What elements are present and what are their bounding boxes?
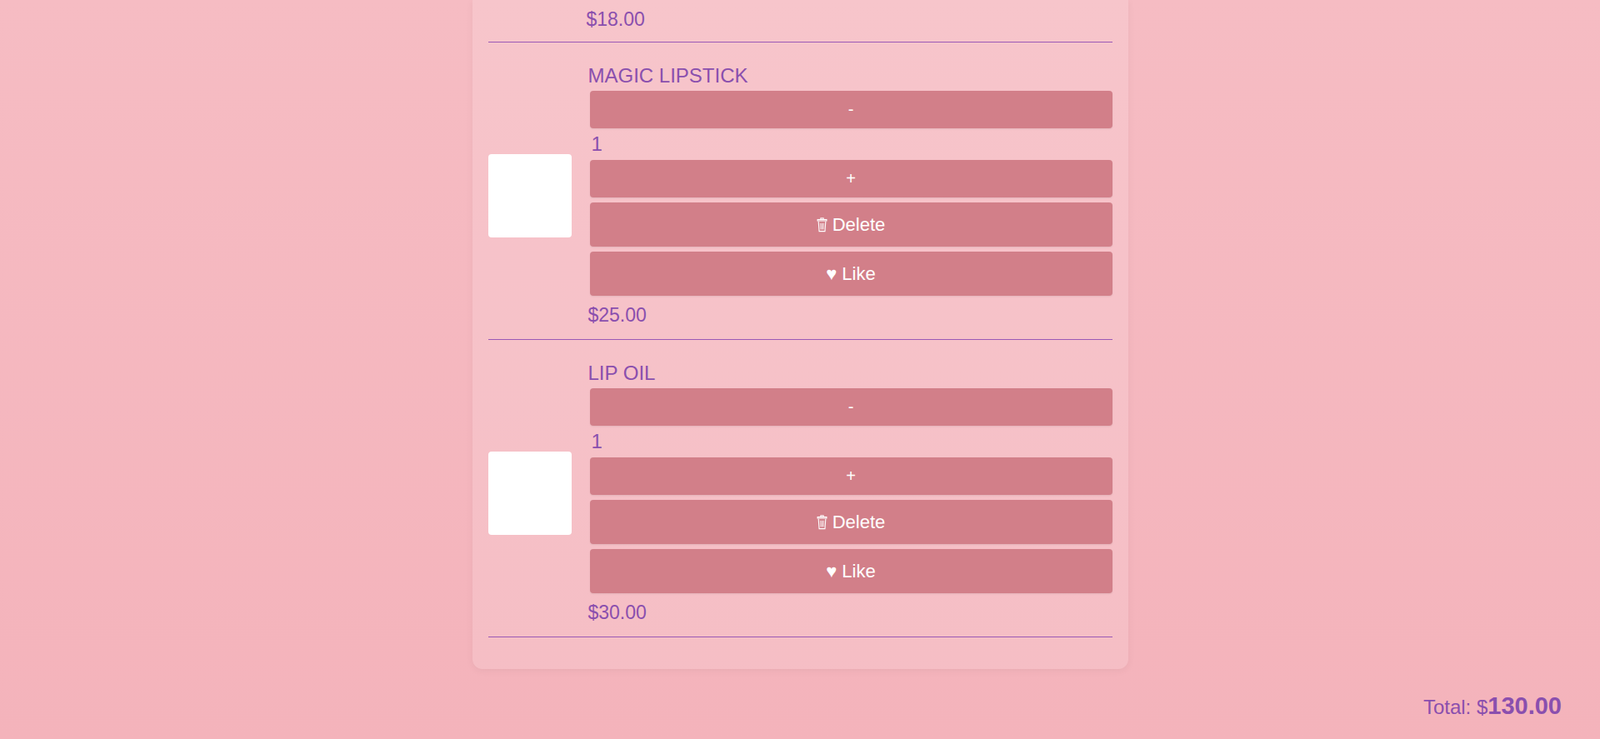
product-image	[488, 154, 572, 238]
cart-item-partial: $18.00	[488, 0, 1113, 43]
cart-item: MAGIC LIPSTICK-1+ Delete♥Like $25.00	[488, 42, 1113, 340]
like-button[interactable]: ♥Like	[590, 549, 1113, 594]
item-price: $25.00	[588, 302, 1113, 328]
increment-button[interactable]: +	[590, 160, 1113, 198]
trash-icon	[816, 217, 828, 233]
item-details: MAGIC LIPSTICK-1+ Delete♥Like $25.00	[588, 64, 1113, 328]
item-price: $18.00	[586, 6, 645, 32]
item-details: LIP OIL -1+ Delete♥Like $30.00	[588, 361, 1113, 625]
heart-icon: ♥	[825, 560, 837, 583]
like-button[interactable]: ♥Like	[590, 251, 1113, 296]
increment-button[interactable]: +	[590, 457, 1113, 495]
delete-button[interactable]: Delete	[590, 500, 1113, 545]
cart-panel: $18.00MAGIC LIPSTICK-1+Delete♥Like$25.00…	[472, 0, 1129, 670]
cart-item: LIP OIL -1+ Delete♥Like $30.00	[488, 340, 1113, 638]
trash-icon	[816, 515, 828, 530]
item-price: $30.00	[588, 600, 1113, 625]
heart-icon: ♥	[825, 263, 837, 285]
total-bar: Total: $130.00	[0, 669, 1600, 729]
item-name: LIP OIL	[588, 361, 1113, 385]
item-name: MAGIC LIPSTICK	[588, 64, 1113, 88]
product-image	[488, 451, 572, 535]
decrement-button[interactable]: -	[590, 90, 1113, 129]
decrement-button[interactable]: -	[590, 388, 1113, 426]
item-quantity: 1	[588, 427, 1113, 456]
cart-total: Total: $130.00	[1423, 692, 1562, 720]
cart-page: $18.00MAGIC LIPSTICK-1+Delete♥Like$25.00…	[0, 0, 1600, 739]
delete-button[interactable]: Delete	[590, 202, 1113, 247]
item-quantity: 1	[588, 130, 1113, 159]
